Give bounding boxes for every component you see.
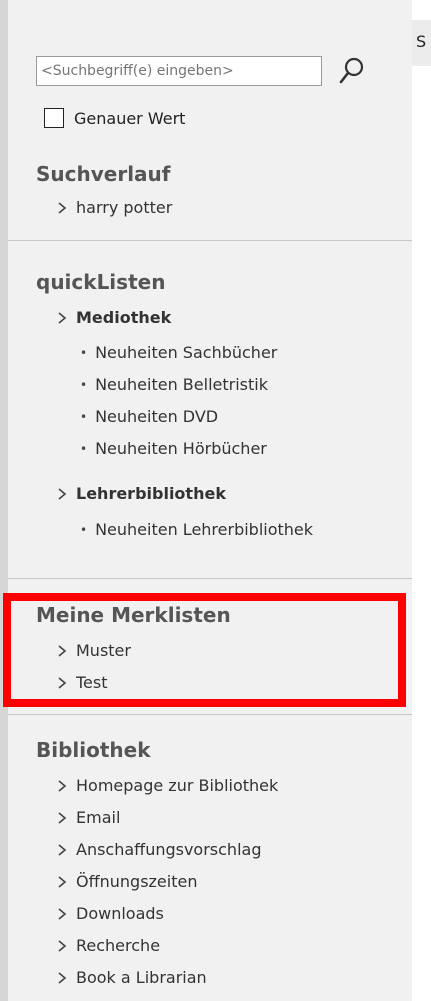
bullet-icon: • bbox=[80, 409, 88, 424]
exact-match-checkbox[interactable] bbox=[44, 108, 64, 128]
chevron-right-icon bbox=[58, 201, 67, 214]
divider bbox=[8, 578, 412, 579]
library-link-label: Anschaffungsvorschlag bbox=[76, 840, 262, 859]
chevron-right-icon bbox=[58, 843, 67, 856]
library-link-label: Downloads bbox=[76, 904, 164, 923]
library-link-label: Homepage zur Bibliothek bbox=[76, 776, 279, 795]
library-link[interactable]: Homepage zur Bibliothek bbox=[56, 776, 278, 795]
exact-match-row: Genauer Wert bbox=[44, 108, 185, 128]
search-input[interactable] bbox=[36, 56, 322, 86]
quicklist-item[interactable]: • Neuheiten Lehrerbibliothek bbox=[80, 520, 313, 539]
quicklist-item-label: Neuheiten Lehrerbibliothek bbox=[95, 520, 314, 539]
library-link-label: Recherche bbox=[76, 936, 161, 955]
quicklists-title: quickListen bbox=[36, 270, 166, 294]
chevron-right-icon bbox=[58, 311, 67, 324]
chevron-right-icon bbox=[58, 939, 67, 952]
library-link[interactable]: Email bbox=[56, 808, 120, 827]
quicklist-item-label: Neuheiten DVD bbox=[95, 407, 219, 426]
quicklist-item-label: Neuheiten Sachbücher bbox=[95, 343, 278, 362]
quicklist-item-label: Neuheiten Belletristik bbox=[95, 375, 268, 394]
library-link[interactable]: Anschaffungsvorschlag bbox=[56, 840, 261, 859]
quicklist-group-mediothek[interactable]: Mediothek bbox=[56, 308, 171, 327]
exact-match-label: Genauer Wert bbox=[74, 108, 186, 128]
chevron-right-icon bbox=[58, 644, 67, 657]
quicklist-group-lehrerbibliothek[interactable]: Lehrerbibliothek bbox=[56, 484, 226, 503]
bullet-icon: • bbox=[80, 377, 88, 392]
bullet-icon: • bbox=[80, 441, 88, 456]
library-link[interactable]: Book a Librarian bbox=[56, 968, 207, 987]
merklisten-title: Meine Merklisten bbox=[36, 603, 231, 627]
chevron-right-icon bbox=[58, 779, 67, 792]
search-button[interactable] bbox=[338, 56, 366, 86]
merkliste-item[interactable]: Muster bbox=[56, 641, 131, 660]
history-title: Suchverlauf bbox=[36, 162, 171, 186]
history-item-label: harry potter bbox=[76, 198, 173, 217]
quicklist-item[interactable]: • Neuheiten Hörbücher bbox=[80, 439, 267, 458]
chevron-right-icon bbox=[58, 907, 67, 920]
library-link[interactable]: Öffnungszeiten bbox=[56, 872, 197, 891]
search-icon bbox=[339, 57, 364, 84]
left-border bbox=[0, 0, 8, 1001]
divider bbox=[8, 240, 412, 241]
main-header-strip: S bbox=[412, 20, 431, 66]
divider bbox=[8, 714, 412, 715]
chevron-right-icon bbox=[58, 971, 67, 984]
merkliste-item-label: Test bbox=[76, 673, 108, 692]
chevron-right-icon bbox=[58, 811, 67, 824]
history-item[interactable]: harry potter bbox=[56, 198, 172, 217]
main-content-area: S bbox=[412, 0, 431, 1001]
quicklist-item[interactable]: • Neuheiten Sachbücher bbox=[80, 343, 277, 362]
merkliste-item-label: Muster bbox=[76, 641, 131, 660]
library-link-label: Öffnungszeiten bbox=[76, 872, 198, 891]
chevron-right-icon bbox=[58, 676, 67, 689]
quicklist-group-label: Lehrerbibliothek bbox=[76, 484, 226, 503]
search-row bbox=[36, 56, 366, 86]
library-link-label: Email bbox=[76, 808, 121, 827]
bullet-icon: • bbox=[80, 345, 88, 360]
quicklist-item-label: Neuheiten Hörbücher bbox=[95, 439, 267, 458]
quicklist-item[interactable]: • Neuheiten Belletristik bbox=[80, 375, 268, 394]
chevron-right-icon bbox=[58, 875, 67, 888]
library-link[interactable]: Downloads bbox=[56, 904, 164, 923]
merkliste-item[interactable]: Test bbox=[56, 673, 108, 692]
bullet-icon: • bbox=[80, 522, 88, 537]
quicklist-group-label: Mediothek bbox=[76, 308, 172, 327]
library-link[interactable]: Recherche bbox=[56, 936, 160, 955]
quicklist-item[interactable]: • Neuheiten DVD bbox=[80, 407, 218, 426]
chevron-right-icon bbox=[58, 487, 67, 500]
library-title: Bibliothek bbox=[36, 738, 151, 762]
library-link-label: Book a Librarian bbox=[76, 968, 207, 987]
main-header-text: S bbox=[416, 32, 427, 51]
